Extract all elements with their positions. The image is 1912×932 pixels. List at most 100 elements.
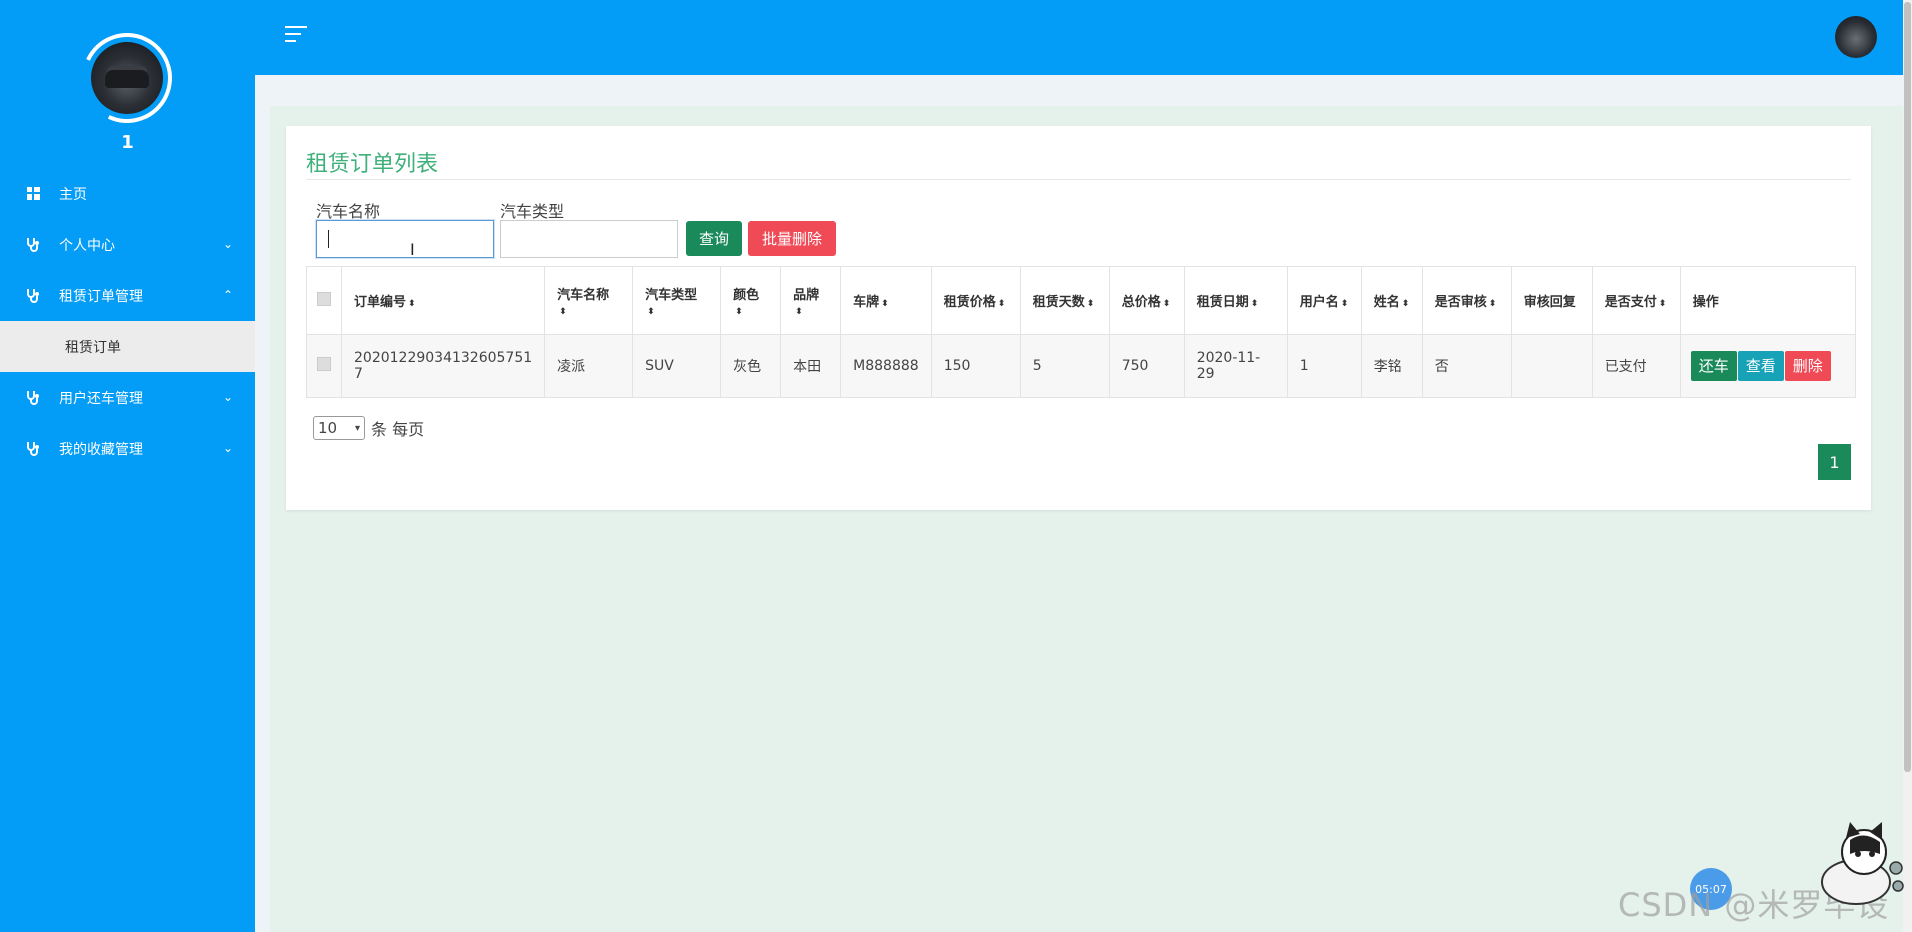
cell-days: 5 (1019, 334, 1110, 398)
sort-icon: ⬍ (795, 306, 803, 317)
cell-brand: 本田 (780, 334, 842, 398)
stethoscope-icon (25, 441, 41, 457)
select-all-checkbox[interactable] (317, 291, 331, 306)
chevron-down-icon: ▾ (354, 422, 360, 434)
sidebar-nav: 主页 个人中心 ⌄ 租赁订单管理 ⌃ 租赁订单 用户还车管理 ⌄ 我的收藏管理 … (0, 168, 255, 474)
avatar[interactable] (91, 42, 163, 114)
row-checkbox[interactable] (317, 357, 331, 371)
select-all-header (306, 266, 342, 335)
col-header-date[interactable]: 租赁日期 ⬍ (1183, 266, 1288, 335)
car-type-input[interactable] (500, 220, 678, 258)
sort-icon: ⬍ (1162, 299, 1171, 309)
stethoscope-icon (25, 390, 41, 406)
sort-icon: ⬍ (1250, 299, 1259, 309)
chevron-down-icon: ⌄ (222, 441, 233, 455)
col-header-actions: 操作 (1679, 266, 1856, 335)
divider (306, 179, 1851, 180)
text-caret (328, 230, 329, 248)
sidebar-item-car-return[interactable]: 用户还车管理 ⌄ (0, 372, 255, 423)
table-row: 20201229034132605751​7 凌派 SUV 灰色 本田 M888… (306, 334, 1856, 398)
sidebar-item-label: 个人中心 (59, 237, 115, 254)
sidebar-item-label: 我的收藏管理 (59, 441, 143, 458)
pagination-page-1[interactable]: 1 (1818, 444, 1851, 480)
ibeam-cursor-icon: I (410, 240, 415, 259)
scrollbar-thumb[interactable] (1904, 2, 1911, 772)
cell-car-name: 凌派 (544, 334, 634, 398)
sidebar-item-rental-orders[interactable]: 租赁订单管理 ⌃ (0, 270, 255, 321)
sort-icon: ⬍ (1086, 299, 1095, 309)
sort-icon: ⬍ (408, 299, 416, 309)
sort-icon: ⬍ (559, 306, 567, 317)
car-name-input[interactable] (316, 220, 494, 258)
cell-car-type: SUV (632, 334, 722, 398)
cell-paid: 已支付 (1591, 334, 1681, 398)
cell-username: 1 (1286, 334, 1362, 398)
cell-price: 150 (930, 334, 1021, 398)
sort-icon: ⬍ (1401, 299, 1410, 309)
row-select-cell (306, 334, 342, 398)
cell-color: 灰色 (720, 334, 782, 398)
sidebar-item-label: 用户还车管理 (59, 390, 143, 407)
orders-table: 订单编号 ⬍ 汽车名称 ⬍ 汽车类型 ⬍ 颜色 ⬍ 品牌 ⬍ 车牌 ⬍ 租赁价格 ⬍ 租赁天数… (306, 266, 1856, 398)
page-scrollbar[interactable] (1903, 0, 1912, 932)
sort-icon: ⬍ (997, 299, 1006, 309)
sidebar-item-favorites[interactable]: 我的收藏管理 ⌄ (0, 423, 255, 474)
cell-plate: M888888 (840, 334, 932, 398)
cell-reply (1510, 334, 1593, 398)
col-header-car-type[interactable]: 汽车类型 ⬍ (632, 266, 722, 335)
per-page-label: 条 每页 (371, 420, 425, 439)
cell-order-no: 20201229034132605751​7 (340, 334, 546, 398)
main-content: 租赁订单列表 汽车名称 I 汽车类型 查询 批量删除 订单编号 ⬍ 汽车名称 ⬍ 汽… (270, 106, 1903, 932)
sidebar: 1 主页 个人中心 ⌄ 租赁订单管理 ⌃ 租赁订单 用户还车管理 ⌄ 我的收藏管… (0, 0, 255, 932)
sidebar-item-label: 租赁订单管理 (59, 288, 143, 305)
sort-icon: ⬍ (1658, 299, 1667, 309)
chevron-up-icon: ⌃ (222, 288, 233, 302)
dashboard-icon (25, 186, 41, 202)
col-header-color[interactable]: 颜色 ⬍ (720, 266, 782, 335)
table-header-row: 订单编号 ⬍ 汽车名称 ⬍ 汽车类型 ⬍ 颜色 ⬍ 品牌 ⬍ 车牌 ⬍ 租赁价格 ⬍ 租赁天数… (306, 266, 1856, 335)
col-header-brand[interactable]: 品牌 ⬍ (780, 266, 842, 335)
col-header-audited[interactable]: 是否审核 ⬍ (1421, 266, 1512, 335)
col-header-car-name[interactable]: 汽车名称 ⬍ (544, 266, 634, 335)
stethoscope-icon (25, 237, 41, 253)
return-car-button[interactable]: 还车 (1690, 351, 1737, 381)
col-header-plate[interactable]: 车牌 ⬍ (840, 266, 932, 335)
delete-button[interactable]: 删除 (1784, 351, 1831, 381)
cell-total: 750 (1108, 334, 1185, 398)
sort-icon: ⬍ (1340, 299, 1349, 309)
order-list-card: 租赁订单列表 汽车名称 I 汽车类型 查询 批量删除 订单编号 ⬍ 汽车名称 ⬍ 汽… (286, 126, 1871, 510)
col-header-paid[interactable]: 是否支付 ⬍ (1591, 266, 1681, 335)
col-header-total[interactable]: 总价格 ⬍ (1108, 266, 1185, 335)
sidebar-username: 1 (121, 132, 134, 153)
col-header-order-no[interactable]: 订单编号 ⬍ (340, 266, 546, 335)
chevron-down-icon: ⌄ (222, 390, 233, 404)
col-header-username[interactable]: 用户名 ⬍ (1286, 266, 1362, 335)
col-header-name[interactable]: 姓名 ⬍ (1360, 266, 1423, 335)
car-type-label: 汽车类型 (500, 202, 565, 221)
col-header-price[interactable]: 租赁价格 ⬍ (930, 266, 1021, 335)
sidebar-item-label: 主页 (59, 186, 87, 203)
cell-actions: 还车 查看 删除 (1679, 334, 1856, 398)
car-name-label: 汽车名称 (316, 202, 381, 221)
hamburger-icon[interactable] (285, 26, 307, 44)
view-button[interactable]: 查看 (1737, 351, 1784, 381)
batch-delete-button[interactable]: 批量删除 (748, 221, 836, 256)
cat-mascot-icon (1812, 820, 1904, 910)
page-size-control: 10 ▾ 条 每页 (313, 416, 424, 440)
page-title: 租赁订单列表 (306, 152, 439, 177)
cell-name: 李铭 (1360, 334, 1423, 398)
page-size-select[interactable]: 10 ▾ (313, 416, 365, 440)
sidebar-item-home[interactable]: 主页 (0, 168, 255, 219)
sidebar-subitem-rental-order[interactable]: 租赁订单 (0, 321, 255, 372)
col-header-days[interactable]: 租赁天数 ⬍ (1019, 266, 1110, 335)
top-header (255, 0, 1903, 75)
sort-icon: ⬍ (881, 299, 889, 309)
car-image (105, 70, 149, 88)
user-avatar[interactable] (1835, 16, 1877, 58)
search-button[interactable]: 查询 (686, 221, 742, 256)
stethoscope-icon (25, 288, 41, 304)
chevron-down-icon: ⌄ (222, 237, 233, 251)
sort-icon: ⬍ (735, 306, 743, 317)
sidebar-item-personal-center[interactable]: 个人中心 ⌄ (0, 219, 255, 270)
sort-icon: ⬍ (1488, 299, 1497, 309)
